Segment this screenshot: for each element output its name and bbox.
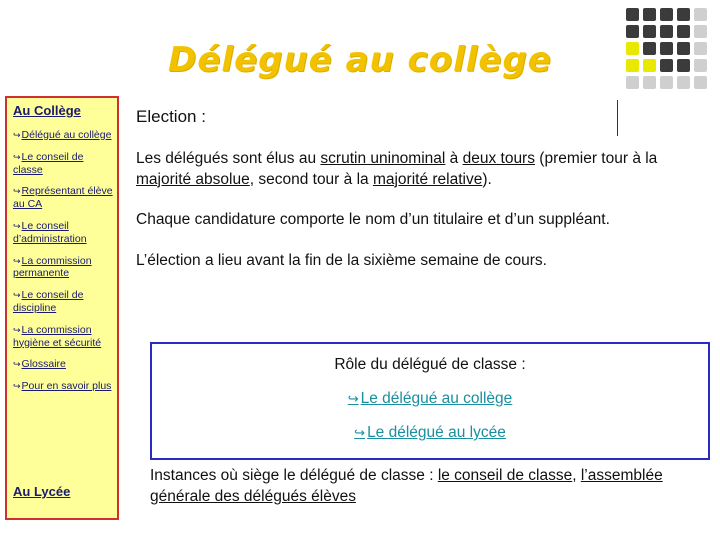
text-seg: ).	[482, 170, 492, 188]
arrow-bullet-icon: ↪	[354, 425, 366, 440]
sidebar-item-label: Le conseil de classe	[13, 150, 84, 176]
sidebar-item-label: Pour en savoir plus	[21, 380, 112, 393]
paragraph-election-rules: Les délégués sont élus au scrutin uninom…	[136, 149, 711, 190]
sidebar-item-commission-hygiene-securite[interactable]: ↪La commission hygiène et sécurité	[13, 324, 113, 350]
arrow-bullet-icon: ↪	[13, 359, 21, 370]
decorative-dot	[694, 25, 707, 38]
sidebar-item-label: Le conseil d’administration	[13, 219, 87, 245]
arrow-bullet-icon: ↪	[13, 255, 21, 266]
election-label: Election :	[136, 107, 206, 126]
text-seg: Les délégués sont élus au	[136, 150, 321, 167]
sidebar-item-glossaire[interactable]: ↪Glossaire	[13, 358, 113, 371]
link-deux-tours[interactable]: deux tours	[463, 150, 535, 167]
sidebar-item-conseil-administration[interactable]: ↪Le conseil d’administration	[13, 220, 113, 246]
link-le-conseil-de-classe[interactable]: le conseil de classe	[438, 467, 572, 484]
arrow-bullet-icon: ↪	[13, 129, 21, 140]
sidebar-item-conseil-de-discipline[interactable]: ↪Le conseil de discipline	[13, 289, 113, 315]
page-title: Délégué au collège	[168, 40, 552, 80]
link-label: Le délégué au lycée	[367, 424, 506, 441]
paragraph-election-date: L’élection a lieu avant la fin de la six…	[136, 251, 547, 269]
arrow-bullet-icon: ↪	[13, 220, 21, 231]
sidebar-item-label: Délégué au collège	[21, 128, 112, 141]
link-majorite-absolue[interactable]: majorité absolue	[136, 171, 250, 188]
arrow-bullet-icon: ↪	[13, 324, 21, 335]
decorative-dot	[694, 8, 707, 21]
text-seg: ,	[572, 467, 581, 484]
sidebar-item-delegue-au-college[interactable]: ↪Délégué au collège	[13, 129, 113, 142]
sidebar-nav-list: ↪Délégué au collège ↪Le conseil de class…	[13, 129, 113, 393]
link-majorite-relative[interactable]: majorité relative	[373, 171, 482, 188]
text-seg: à	[445, 150, 463, 167]
sidebar: Au Collège ↪Délégué au collège ↪Le conse…	[5, 96, 119, 520]
link-label: Le délégué au collège	[360, 390, 513, 407]
arrow-bullet-icon: ↪	[347, 391, 359, 406]
main-content: Election : Les délégués sont élus au scr…	[133, 96, 711, 291]
text-seg: , second tour à la	[249, 170, 373, 188]
link-delegue-au-college[interactable]: ↪ Le délégué au collège	[152, 390, 708, 408]
decorative-dot	[660, 25, 673, 38]
sidebar-item-label: La commission permanente	[13, 254, 92, 280]
role-box: Rôle du délégué de classe : ↪ Le délégué …	[150, 342, 710, 460]
arrow-bullet-icon: ↪	[13, 186, 21, 197]
arrow-bullet-icon: ↪	[13, 290, 21, 301]
decorative-dot	[643, 8, 656, 21]
arrow-bullet-icon: ↪	[13, 151, 21, 162]
arrow-bullet-icon: ↪	[13, 381, 21, 392]
decorative-dot	[626, 8, 639, 21]
link-delegue-au-lycee[interactable]: ↪ Le délégué au lycée	[152, 424, 708, 442]
decorative-dot	[677, 8, 690, 21]
sidebar-item-commission-permanente[interactable]: ↪La commission permanente	[13, 255, 113, 281]
sidebar-item-representant-eleve-ca[interactable]: ↪Représentant élève au CA	[13, 185, 113, 211]
sidebar-item-conseil-de-classe[interactable]: ↪Le conseil de classe	[13, 151, 113, 177]
sidebar-item-label: Glossaire	[21, 358, 66, 371]
decorative-dot	[660, 8, 673, 21]
decorative-dot	[643, 25, 656, 38]
sidebar-item-label: Représentant élève au CA	[13, 185, 113, 211]
sidebar-item-label: Le conseil de discipline	[13, 289, 84, 314]
sidebar-item-pour-en-savoir-plus[interactable]: ↪Pour en savoir plus	[13, 380, 113, 393]
paragraph-instances: Instances où siège le délégué de classe …	[150, 466, 710, 508]
text-seg: Instances où siège le délégué de classe	[150, 467, 425, 484]
text-seg: (premier tour à la	[534, 150, 658, 167]
text-seg: :	[424, 467, 438, 484]
sidebar-item-label: La commission hygiène et sécurité	[13, 323, 102, 349]
sidebar-heading-lycee: Au Lycée	[13, 484, 71, 500]
decorative-dot	[677, 25, 690, 38]
decorative-dot	[626, 25, 639, 38]
role-box-title: Rôle du délégué de classe :	[334, 356, 526, 373]
paragraph-candidature: Chaque candidature comporte le nom d’un …	[136, 211, 610, 229]
link-scrutin-uninominal[interactable]: scrutin uninominal	[320, 150, 445, 167]
sidebar-heading-college: Au Collège	[13, 103, 81, 118]
